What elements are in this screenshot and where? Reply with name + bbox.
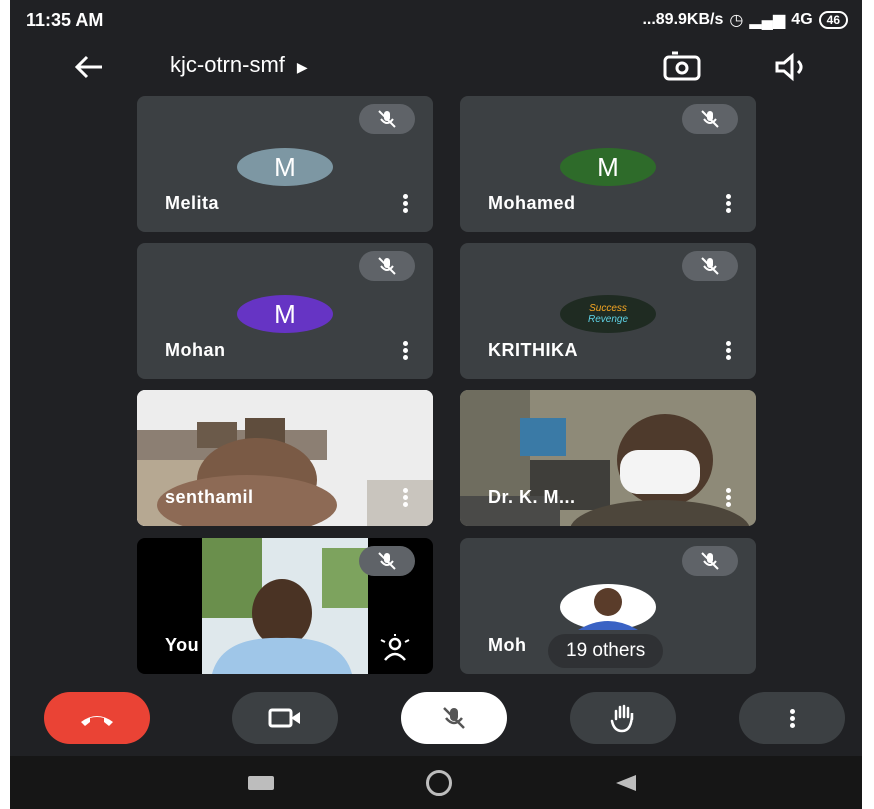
participant-tile-others[interactable]: Moh 19 others <box>460 538 756 674</box>
mic-off-icon <box>682 251 738 281</box>
participant-name: Moh <box>488 635 527 655</box>
end-call-button[interactable] <box>44 692 150 744</box>
self-view-tile[interactable]: You <box>137 538 433 674</box>
raise-hand-icon <box>610 704 634 733</box>
recent-apps-icon[interactable] <box>248 776 274 790</box>
participant-tile-senthamil[interactable]: senthamil <box>137 390 433 526</box>
status-bar: 11:35 AM ...89.9KB/s ◷ ▂▄▆ 4G 46 <box>10 0 862 40</box>
participant-tile-melita[interactable]: M Melita <box>137 96 433 232</box>
participant-name: Dr. K. M... <box>488 487 576 507</box>
avatar-image: Success Revenge <box>560 295 656 333</box>
more-vert-icon <box>789 707 795 730</box>
avatar: M <box>237 148 333 186</box>
network-speed: ...89.9KB/s <box>642 11 724 28</box>
call-controls <box>10 680 862 756</box>
participant-name: Melita <box>165 193 220 213</box>
meeting-code[interactable]: kjc-otrn-smf ▶ <box>170 52 308 78</box>
camera-icon <box>268 708 300 728</box>
speaker-icon[interactable] <box>774 52 810 82</box>
participant-name: You <box>165 635 200 655</box>
more-vert-icon[interactable] <box>722 486 734 512</box>
self-video <box>202 538 368 674</box>
meet-app-screen: 11:35 AM ...89.9KB/s ◷ ▂▄▆ 4G 46 kjc-otr… <box>10 0 862 809</box>
mic-off-icon <box>359 104 415 134</box>
avatar: M <box>560 148 656 186</box>
participant-tile-mohamed[interactable]: M Mohamed <box>460 96 756 232</box>
avatar: M <box>237 295 333 333</box>
meeting-header: kjc-otrn-smf ▶ <box>10 44 862 90</box>
participant-name: Mohamed <box>488 193 576 213</box>
participant-tile-dr-k-m[interactable]: Dr. K. M... <box>460 390 756 526</box>
more-vert-icon[interactable] <box>399 339 411 365</box>
avatar-image <box>560 584 656 630</box>
end-call-icon <box>81 716 113 726</box>
back-nav-icon[interactable] <box>614 773 638 793</box>
status-time: 11:35 AM <box>26 10 104 30</box>
alarm-icon: ◷ <box>729 12 744 29</box>
meeting-code-text: kjc-otrn-smf <box>170 52 285 77</box>
effects-icon[interactable] <box>379 634 411 662</box>
mic-off-icon <box>682 546 738 576</box>
participant-tile-krithika[interactable]: Success Revenge KRITHIKA <box>460 243 756 379</box>
more-options-button[interactable] <box>739 692 845 744</box>
home-icon[interactable] <box>426 770 452 796</box>
status-indicators: ...89.9KB/s ◷ ▂▄▆ 4G 46 <box>642 10 848 30</box>
network-type: 4G <box>791 11 813 28</box>
mic-off-icon <box>359 546 415 576</box>
android-nav-bar <box>10 756 862 809</box>
more-vert-icon[interactable] <box>722 339 734 365</box>
mic-off-icon <box>443 707 465 729</box>
back-arrow-icon[interactable] <box>72 50 106 84</box>
mic-off-icon <box>682 104 738 134</box>
battery-level: 46 <box>818 11 848 29</box>
raise-hand-button[interactable] <box>570 692 676 744</box>
mic-off-icon <box>359 251 415 281</box>
others-count-pill[interactable]: 19 others <box>548 634 664 668</box>
more-vert-icon[interactable] <box>399 192 411 218</box>
switch-camera-icon[interactable] <box>662 50 702 84</box>
mic-toggle-button[interactable] <box>401 692 507 744</box>
participant-tile-mohan[interactable]: M Mohan <box>137 243 433 379</box>
signal-icon: ▂▄▆ <box>749 12 786 29</box>
more-vert-icon[interactable] <box>399 486 411 512</box>
caret-right-icon: ▶ <box>296 59 308 75</box>
participant-name: senthamil <box>165 487 254 507</box>
participant-name: Mohan <box>165 340 226 360</box>
camera-toggle-button[interactable] <box>232 692 338 744</box>
participant-name: KRITHIKA <box>488 340 578 360</box>
more-vert-icon[interactable] <box>722 192 734 218</box>
